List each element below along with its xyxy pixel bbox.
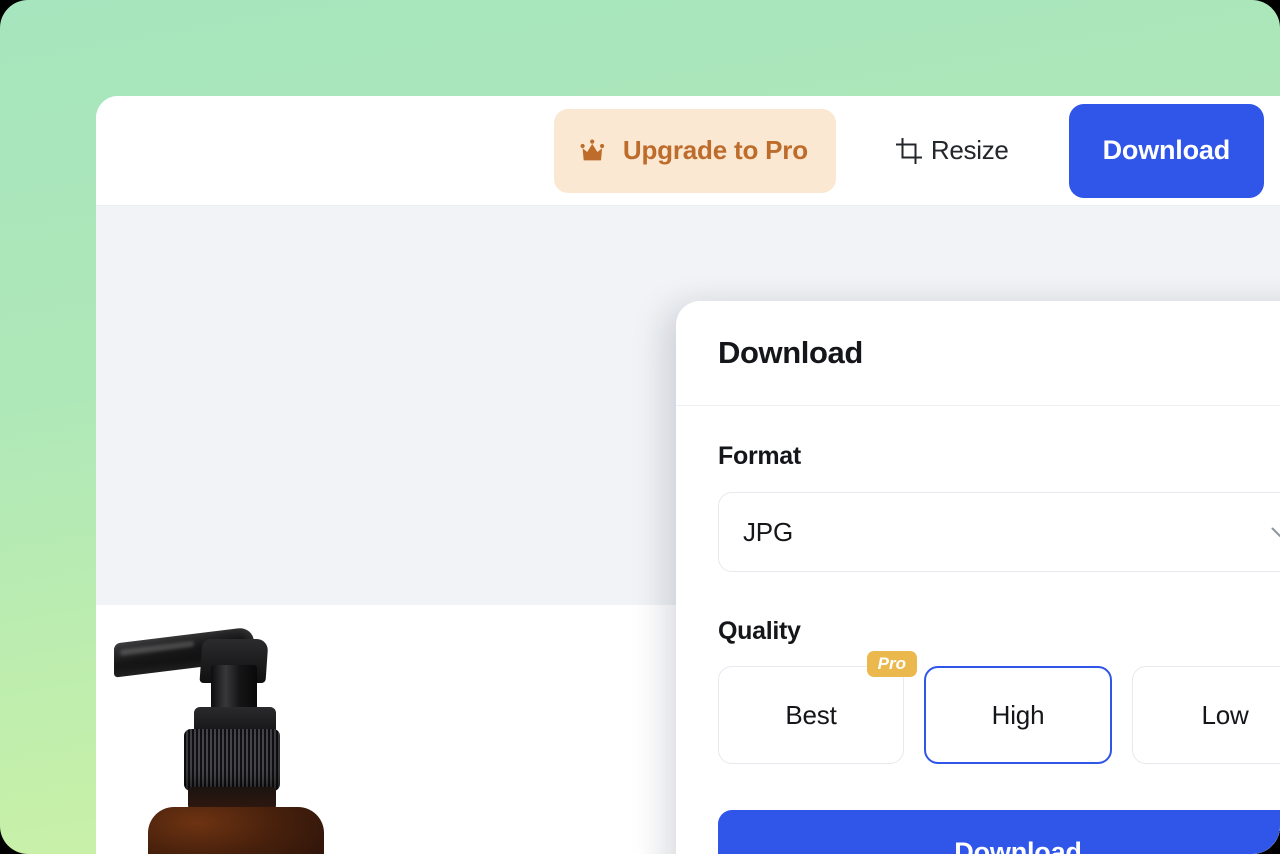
resize-label: Resize bbox=[930, 135, 1009, 165]
quality-option-group: Pro Best High Low bbox=[718, 651, 1280, 764]
upgrade-to-pro-button[interactable]: Upgrade to Pro bbox=[553, 108, 836, 193]
quality-option-low[interactable]: Low bbox=[1132, 666, 1280, 764]
modal-body: Format JPG Quality Pro Best High Low bbox=[676, 406, 1280, 764]
app-window: Upgrade to Pro Resize Download Download … bbox=[96, 96, 1280, 854]
download-submit-button[interactable]: Download bbox=[718, 810, 1280, 854]
quality-option-label: Low bbox=[1201, 699, 1249, 730]
modal-header: Download bbox=[676, 301, 1280, 406]
product-image bbox=[96, 605, 576, 854]
chevron-down-icon bbox=[1269, 521, 1280, 543]
crop-icon bbox=[895, 137, 922, 164]
pro-badge: Pro bbox=[866, 651, 917, 677]
upgrade-to-pro-label: Upgrade to Pro bbox=[622, 135, 808, 165]
format-selected-value: JPG bbox=[743, 516, 793, 547]
quality-option-high[interactable]: High bbox=[924, 666, 1112, 764]
quality-option-label: High bbox=[991, 699, 1045, 730]
pump-ribbed-ring bbox=[184, 729, 280, 791]
bottle-body bbox=[148, 807, 324, 854]
resize-button[interactable]: Resize bbox=[870, 109, 1035, 193]
format-select[interactable]: JPG bbox=[718, 492, 1280, 572]
crown-icon bbox=[580, 139, 610, 163]
quality-option-label: Best bbox=[785, 699, 837, 730]
quality-label: Quality bbox=[718, 617, 801, 645]
download-button-toolbar[interactable]: Download bbox=[1068, 103, 1264, 198]
quality-option-best[interactable]: Pro Best bbox=[718, 651, 917, 764]
app-stage: Upgrade to Pro Resize Download Download … bbox=[0, 0, 1280, 854]
download-modal: Download Format JPG Quality Pro Best Hig… bbox=[676, 301, 1280, 854]
modal-title: Download bbox=[718, 335, 863, 370]
top-toolbar: Upgrade to Pro Resize Download bbox=[96, 96, 1280, 206]
format-label: Format bbox=[718, 442, 801, 470]
